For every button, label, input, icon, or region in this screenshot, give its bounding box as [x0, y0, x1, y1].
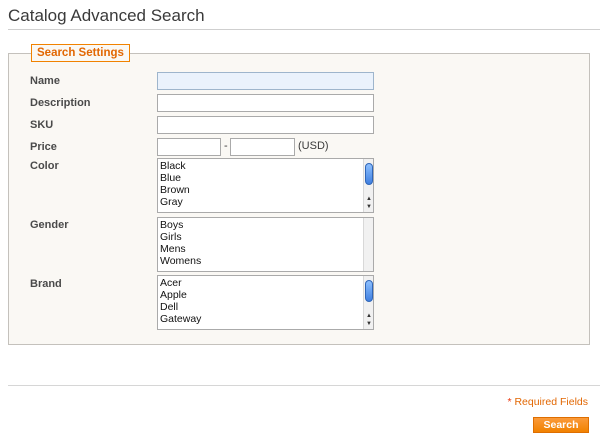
brand-option[interactable]: Apple [160, 289, 373, 301]
sku-label: SKU [30, 119, 54, 131]
triangle-up-icon[interactable]: ▲ [364, 312, 373, 320]
gender-select[interactable]: Boys Girls Mens Womens [157, 217, 374, 272]
color-option[interactable]: Blue [160, 172, 373, 184]
required-star: * [507, 396, 512, 408]
footer-divider [8, 385, 600, 386]
gender-scrollbar[interactable] [363, 218, 373, 271]
color-option[interactable]: Gray [160, 196, 373, 208]
brand-scrollbar[interactable]: ▲ ▼ [363, 276, 373, 329]
price-to-input[interactable] [230, 138, 295, 156]
scrollbar-thumb[interactable] [365, 163, 373, 185]
brand-label: Brand [30, 278, 62, 290]
required-fields-note: * Required Fields [507, 396, 588, 408]
price-from-input[interactable] [157, 138, 221, 156]
name-input[interactable] [157, 72, 374, 90]
name-label: Name [30, 75, 60, 87]
title-divider [8, 29, 600, 30]
color-scrollbar[interactable]: ▲ ▼ [363, 159, 373, 212]
description-label: Description [30, 97, 91, 109]
color-option[interactable]: Brown [160, 184, 373, 196]
color-label: Color [30, 160, 59, 172]
description-input[interactable] [157, 94, 374, 112]
triangle-up-icon[interactable]: ▲ [364, 195, 373, 203]
search-button[interactable]: Search [533, 417, 589, 433]
gender-label: Gender [30, 219, 69, 231]
color-select[interactable]: Black Blue Brown Gray ▲ ▼ [157, 158, 374, 213]
required-fields-text: Required Fields [514, 396, 588, 408]
price-currency: (USD) [298, 140, 329, 152]
price-label: Price [30, 141, 57, 153]
gender-option[interactable]: Womens [160, 255, 373, 267]
brand-option[interactable]: Dell [160, 301, 373, 313]
search-settings-legend: Search Settings [31, 44, 130, 62]
scrollbar-thumb[interactable] [365, 280, 373, 302]
triangle-down-icon[interactable]: ▼ [364, 203, 373, 211]
brand-option[interactable]: Gateway [160, 313, 373, 325]
gender-option[interactable]: Mens [160, 243, 373, 255]
triangle-down-icon[interactable]: ▼ [364, 320, 373, 328]
sku-input[interactable] [157, 116, 374, 134]
page-title: Catalog Advanced Search [8, 6, 205, 25]
price-range-separator: - [224, 140, 228, 152]
brand-option[interactable]: Acer [160, 277, 373, 289]
brand-select[interactable]: Acer Apple Dell Gateway ▲ ▼ [157, 275, 374, 330]
gender-option[interactable]: Boys [160, 219, 373, 231]
color-option[interactable]: Black [160, 160, 373, 172]
gender-option[interactable]: Girls [160, 231, 373, 243]
